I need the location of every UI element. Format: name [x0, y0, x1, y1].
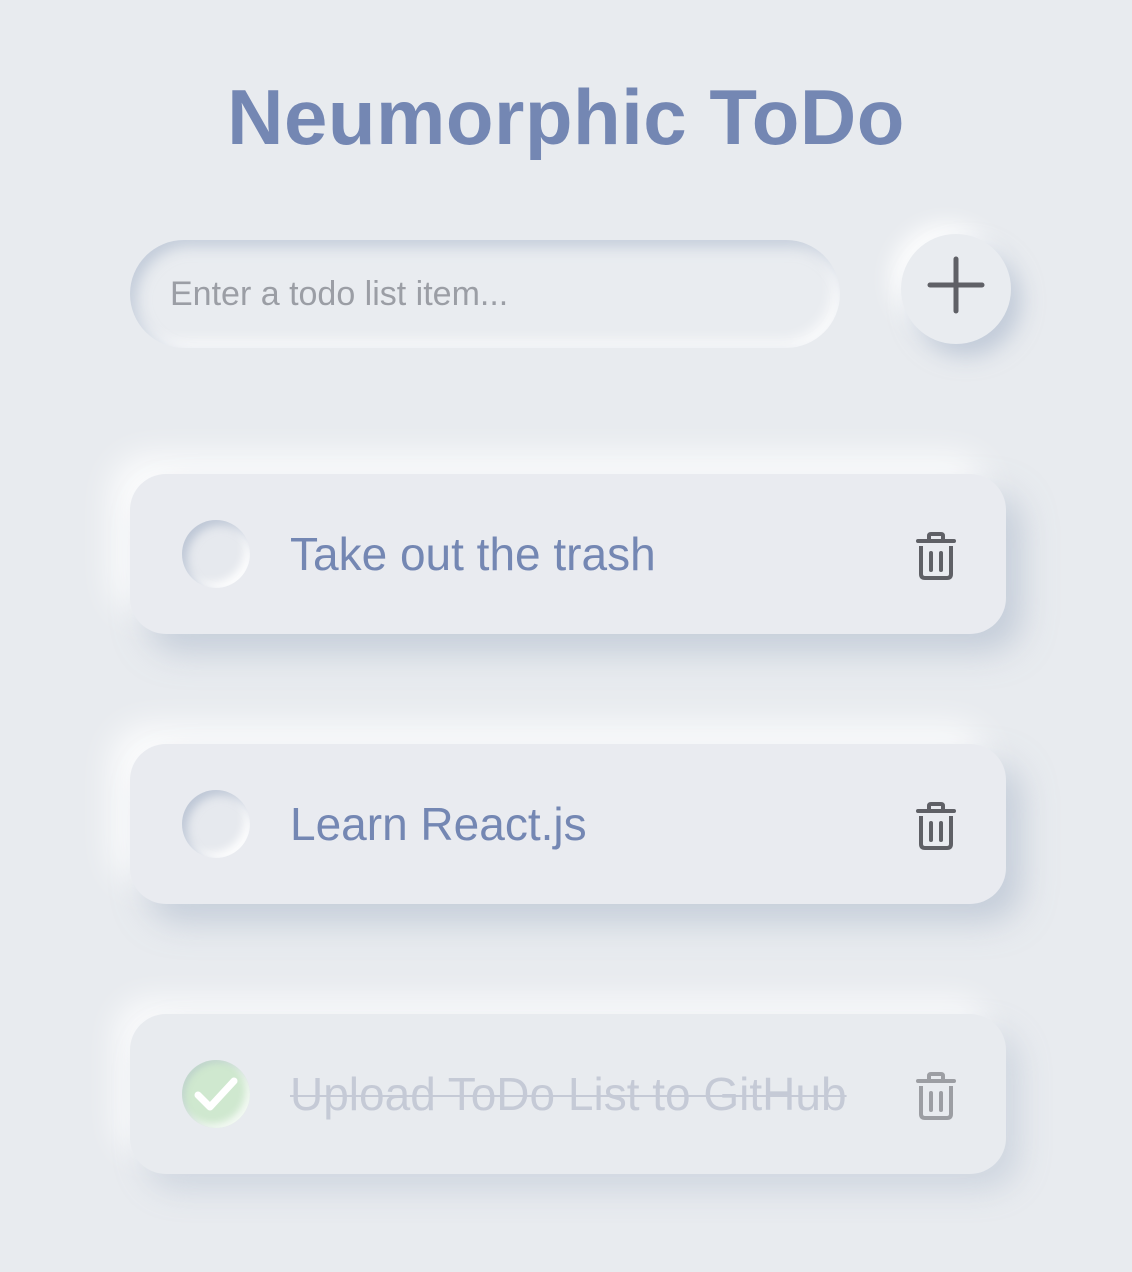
- add-todo-button[interactable]: [901, 234, 1011, 344]
- app-title: Neumorphic ToDo: [227, 73, 905, 161]
- todo-item: Take out the trash: [130, 474, 1006, 634]
- todo-text: Upload ToDo List to GitHub: [290, 1068, 847, 1120]
- todo-item: Learn React.js: [130, 744, 1006, 904]
- todo-input[interactable]: [130, 240, 840, 348]
- checkmark-icon: [194, 1077, 238, 1111]
- trash-icon[interactable]: [914, 1072, 958, 1120]
- todo-checkbox[interactable]: [182, 520, 250, 588]
- todo-checkbox[interactable]: [182, 790, 250, 858]
- todo-text: Take out the trash: [290, 528, 656, 580]
- todo-app: Neumorphic ToDo Take out the trash Learn…: [0, 0, 1132, 1272]
- plus-icon: [927, 256, 985, 314]
- trash-icon[interactable]: [914, 532, 958, 580]
- todo-item-completed: Upload ToDo List to GitHub: [130, 1014, 1006, 1174]
- todo-text: Learn React.js: [290, 798, 587, 850]
- todo-checkbox-checked[interactable]: [182, 1060, 250, 1128]
- trash-icon[interactable]: [914, 802, 958, 850]
- todo-input-wrapper: [130, 240, 840, 348]
